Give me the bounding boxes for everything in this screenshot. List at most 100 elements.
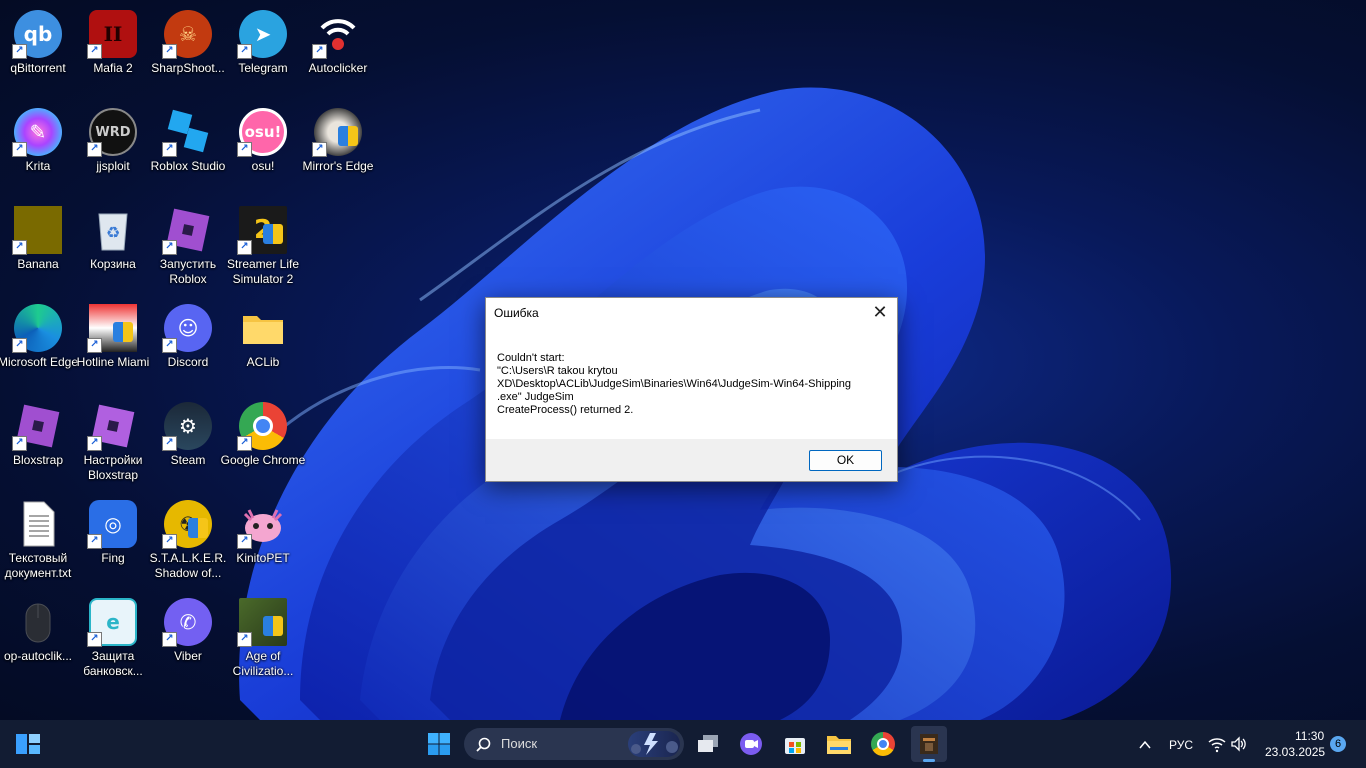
desktop-icon-fing[interactable]: ◎ ↗ Fing (75, 494, 151, 588)
text-file-icon (14, 500, 62, 548)
shortcut-arrow-icon: ↗ (87, 436, 102, 451)
chat-icon (740, 733, 762, 755)
desktop-icon-autoclicker[interactable]: ↗ Autoclicker (300, 4, 376, 98)
dialog-message: Couldn't start: "C:\Users\R takou krytou… (497, 352, 887, 417)
task-view-icon (698, 735, 718, 752)
desktop-icon-jjsploit[interactable]: WRD ↗ jjsploit (75, 102, 151, 196)
desktop-icon-eset-banking[interactable]: e ↗ Защита банковск... (75, 592, 151, 686)
desktop-icon-telegram[interactable]: ➤ ↗ Telegram (225, 4, 301, 98)
desktop-icon-qbittorrent[interactable]: qb ↗ qBittorrent (0, 4, 76, 98)
desktop-icon-label: Autoclicker (308, 61, 368, 75)
wifi-icon (1208, 738, 1226, 753)
desktop-icon-label: KinitoPET (236, 551, 290, 565)
folder-icon (239, 304, 287, 352)
desktop-icon-label: Google Chrome (220, 453, 306, 467)
desktop-icon-recycle-bin[interactable]: ♻ Корзина (75, 200, 151, 294)
taskbar-chrome[interactable] (867, 728, 899, 760)
clock-date: 23.03.2025 (1265, 745, 1326, 759)
desktop-icon-osu[interactable]: osu! ↗ osu! (225, 102, 301, 196)
clock-time: 11:30 (1295, 729, 1325, 743)
dialog-footer: OK (486, 439, 897, 481)
shortcut-arrow-icon: ↗ (87, 338, 102, 353)
taskbar-store[interactable] (779, 728, 811, 760)
error-dialog: Ошибка ✕ Couldn't start: "C:\Users\R tak… (485, 297, 898, 482)
shortcut-arrow-icon: ↗ (237, 534, 252, 549)
show-hidden-icons-button[interactable] (1138, 737, 1152, 751)
uac-shield-icon (338, 126, 358, 146)
chrome-icon (871, 732, 895, 756)
shortcut-arrow-icon: ↗ (312, 142, 327, 157)
ok-button[interactable]: OK (809, 450, 882, 471)
shortcut-arrow-icon: ↗ (162, 44, 177, 59)
shortcut-arrow-icon: ↗ (87, 534, 102, 549)
taskbar-search[interactable]: Поиск (464, 728, 684, 760)
clock-button[interactable]: 11:30 23.03.2025 (1262, 729, 1326, 761)
desktop-icon-chrome[interactable]: ↗ Google Chrome (221, 396, 305, 490)
shortcut-arrow-icon: ↗ (312, 44, 327, 59)
desktop-icon-roblox-studio[interactable]: ↗ Roblox Studio (150, 102, 226, 196)
desktop-icon-op-autoclicker[interactable]: op-autoclik... (0, 592, 76, 686)
shortcut-arrow-icon: ↗ (12, 142, 27, 157)
dialog-title: Ошибка (494, 306, 539, 320)
shortcut-arrow-icon: ↗ (12, 338, 27, 353)
shortcut-arrow-icon: ↗ (87, 142, 102, 157)
shortcut-arrow-icon: ↗ (237, 240, 252, 255)
desktop-icon-steam[interactable]: ⚙ ↗ Steam (150, 396, 226, 490)
search-highlight-image (628, 731, 680, 757)
shortcut-arrow-icon: ↗ (162, 436, 177, 451)
folder-icon (827, 736, 851, 754)
desktop-icon-text-document[interactable]: Текстовый документ.txt (0, 494, 76, 588)
dialog-message-line: XD\Desktop\ACLib\JudgeSim\Binaries\Win64… (497, 378, 851, 390)
shortcut-arrow-icon: ↗ (87, 44, 102, 59)
search-icon (476, 737, 491, 752)
desktop-icon-bloxstrap[interactable]: ↗ Bloxstrap (0, 396, 76, 490)
desktop-icon-kinitopet[interactable]: ↗ KinitoPET (225, 494, 301, 588)
widgets-button[interactable] (12, 728, 44, 760)
desktop-icon-sharpshooter[interactable]: ☠ ↗ SharpShoot... (150, 4, 226, 98)
chevron-up-icon (1139, 740, 1151, 749)
taskbar-active-app[interactable] (911, 726, 947, 762)
shortcut-arrow-icon: ↗ (162, 142, 177, 157)
taskbar-chat[interactable] (735, 728, 767, 760)
desktop-icon-viber[interactable]: ✆ ↗ Viber (150, 592, 226, 686)
shortcut-arrow-icon: ↗ (162, 240, 177, 255)
close-icon[interactable]: ✕ (869, 302, 891, 324)
start-button[interactable] (423, 728, 455, 760)
desktop-icon-krita[interactable]: ✎ ↗ Krita (0, 102, 76, 196)
desktop-icon-label: ACLib (246, 355, 280, 369)
notification-badge[interactable]: 6 (1330, 736, 1346, 752)
dialog-message-line: CreateProcess() returned 2. (497, 404, 634, 416)
shortcut-arrow-icon: ↗ (162, 338, 177, 353)
desktop-icon-bloxstrap-settings[interactable]: ↗ Настройки Bloxstrap (75, 396, 151, 490)
shortcut-arrow-icon: ↗ (12, 436, 27, 451)
desktop-icon-banana[interactable]: ↗ Banana (0, 200, 76, 294)
desktop-icon-label: Age of Civilizatio... (232, 649, 294, 678)
desktop-icon-aclib[interactable]: ACLib (225, 298, 301, 392)
desktop-icon-mafia-2[interactable]: II ↗ Mafia 2 (75, 4, 151, 98)
shortcut-arrow-icon: ↗ (87, 632, 102, 647)
desktop-icon-launch-roblox[interactable]: ↗ Запустить Roblox (150, 200, 226, 294)
desktop-icon-stalker[interactable]: ☢ ↗ S.T.A.L.K.E.R. Shadow of... (150, 494, 226, 588)
taskbar-file-explorer[interactable] (823, 728, 855, 760)
task-view-button[interactable] (692, 728, 724, 760)
search-placeholder: Поиск (501, 736, 538, 751)
desktop-icon-discord[interactable]: ☺ ↗ Discord (150, 298, 226, 392)
uac-shield-icon (113, 322, 133, 342)
svg-text:♻: ♻ (106, 223, 120, 242)
shortcut-arrow-icon: ↗ (162, 632, 177, 647)
desktop-icon-hotline-miami[interactable]: ↗ Hotline Miami (75, 298, 151, 392)
shortcut-arrow-icon: ↗ (162, 534, 177, 549)
desktop-icon-streamer-life[interactable]: 2 ↗ Streamer Life Simulator 2 (225, 200, 301, 294)
shortcut-arrow-icon: ↗ (12, 44, 27, 59)
desktop-icon-label: Mirror's Edge (302, 159, 374, 173)
desktop-icon-age-of-civilizations[interactable]: ↗ Age of Civilizatio... (225, 592, 301, 686)
quick-settings-button[interactable] (1208, 735, 1248, 753)
desktop-icon-label: Streamer Life Simulator 2 (226, 257, 300, 286)
uac-shield-icon (263, 224, 283, 244)
widgets-icon (16, 734, 40, 754)
recycle-bin-icon: ♻ (89, 206, 137, 254)
desktop-icon-mirrors-edge[interactable]: ↗ Mirror's Edge (300, 102, 376, 196)
desktop-icon-edge[interactable]: ↗ Microsoft Edge (0, 298, 78, 392)
mouse-icon (14, 598, 62, 646)
language-indicator[interactable]: РУС (1169, 738, 1193, 752)
